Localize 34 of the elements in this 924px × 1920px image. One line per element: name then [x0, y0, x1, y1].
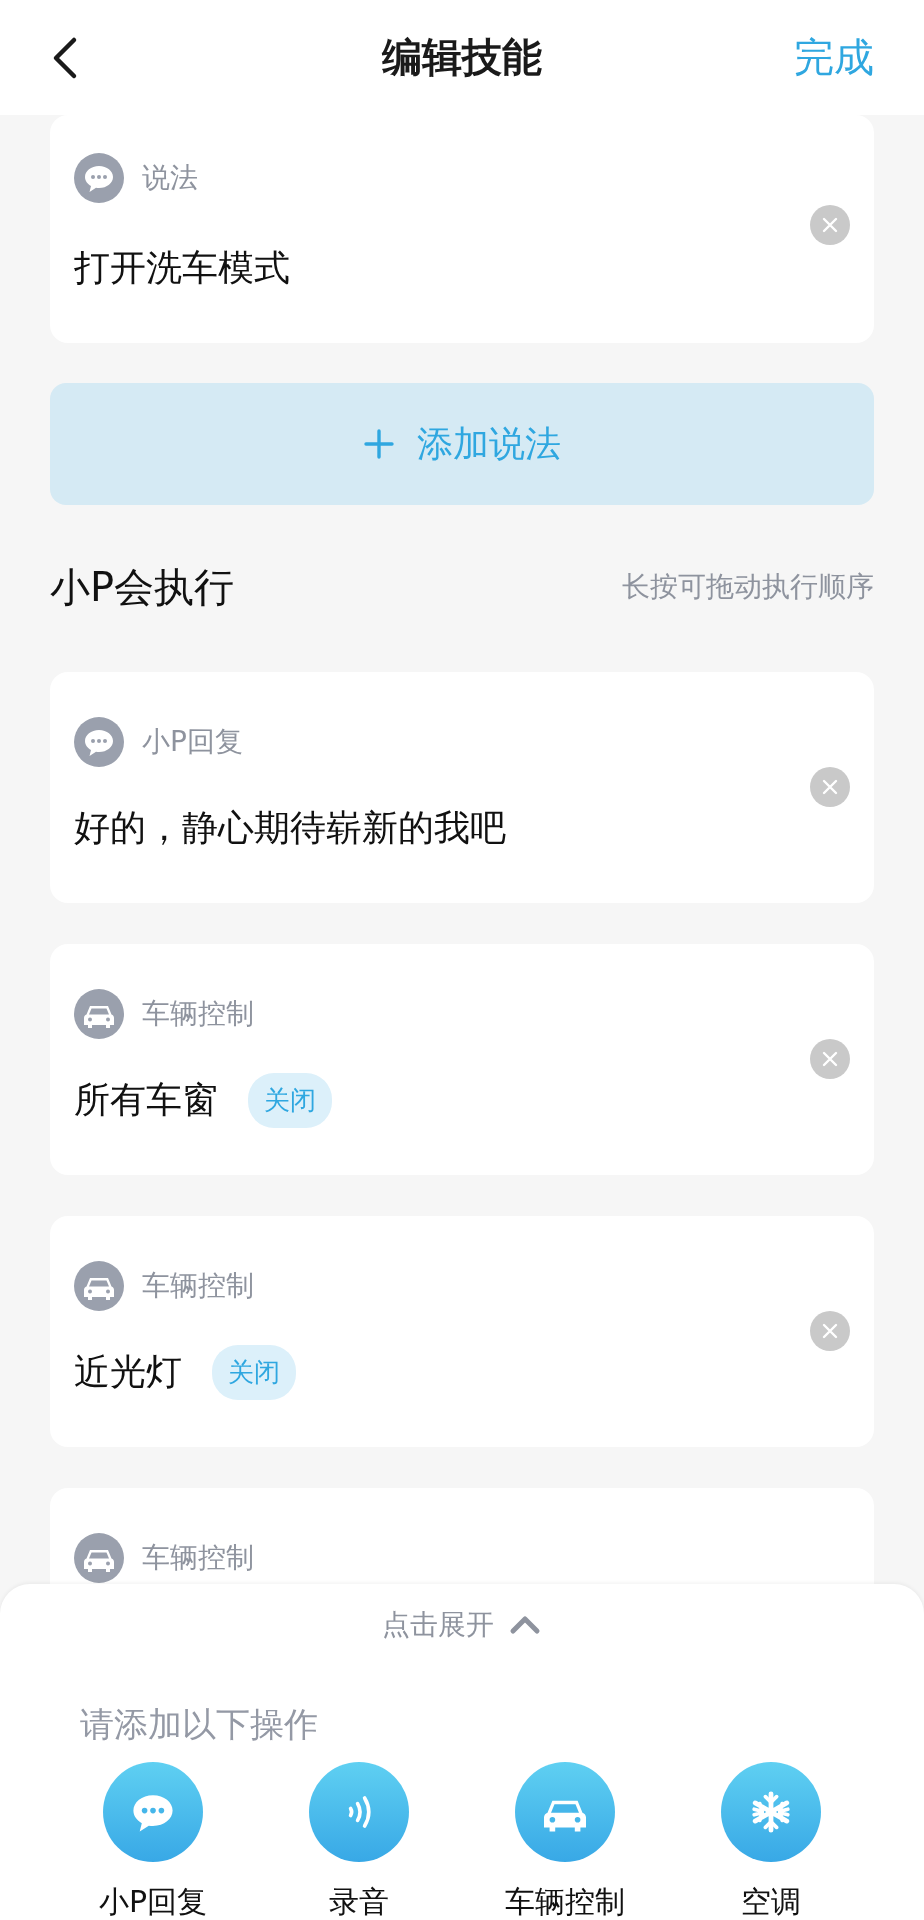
section-title: 小P会执行 — [50, 562, 235, 612]
card-text: 打开洗车模式 — [74, 245, 290, 290]
card-text: 所有车窗 — [74, 1077, 218, 1122]
remove-button[interactable] — [810, 1039, 850, 1079]
chevron-up-icon — [508, 1614, 542, 1636]
close-icon — [821, 778, 839, 796]
close-icon — [821, 216, 839, 234]
chat-bubble-icon — [74, 717, 124, 767]
card-text: 好的，静心期待崭新的我吧 — [74, 805, 506, 850]
chat-bubble-icon — [74, 153, 124, 203]
remove-button[interactable] — [810, 767, 850, 807]
card-label: 车辆控制 — [142, 996, 254, 1032]
plus-icon — [363, 428, 395, 460]
car-icon — [74, 1533, 124, 1583]
action-option[interactable]: 录音 — [256, 1762, 462, 1920]
action-option[interactable]: 车辆控制 — [462, 1762, 668, 1920]
remove-button[interactable] — [810, 1311, 850, 1351]
card-label: 车辆控制 — [142, 1540, 254, 1576]
action-option[interactable]: 空调 — [668, 1762, 874, 1920]
card-label: 车辆控制 — [142, 1268, 254, 1304]
remove-button[interactable] — [810, 205, 850, 245]
close-icon — [821, 1050, 839, 1068]
card-text: 近光灯 — [74, 1349, 182, 1394]
card-label: 说法 — [142, 160, 198, 196]
add-prompt: 请添加以下操作 — [80, 1703, 319, 1746]
section-hint: 长按可拖动执行顺序 — [622, 569, 874, 605]
car-icon — [74, 989, 124, 1039]
close-icon — [821, 1322, 839, 1340]
action-option[interactable]: 小P回复 — [50, 1762, 256, 1920]
state-tag: 关闭 — [248, 1072, 332, 1128]
page-title: 编辑技能 — [382, 34, 542, 80]
card-label: 小P回复 — [142, 724, 243, 760]
state-tag: 关闭 — [212, 1344, 296, 1400]
car-icon — [74, 1261, 124, 1311]
